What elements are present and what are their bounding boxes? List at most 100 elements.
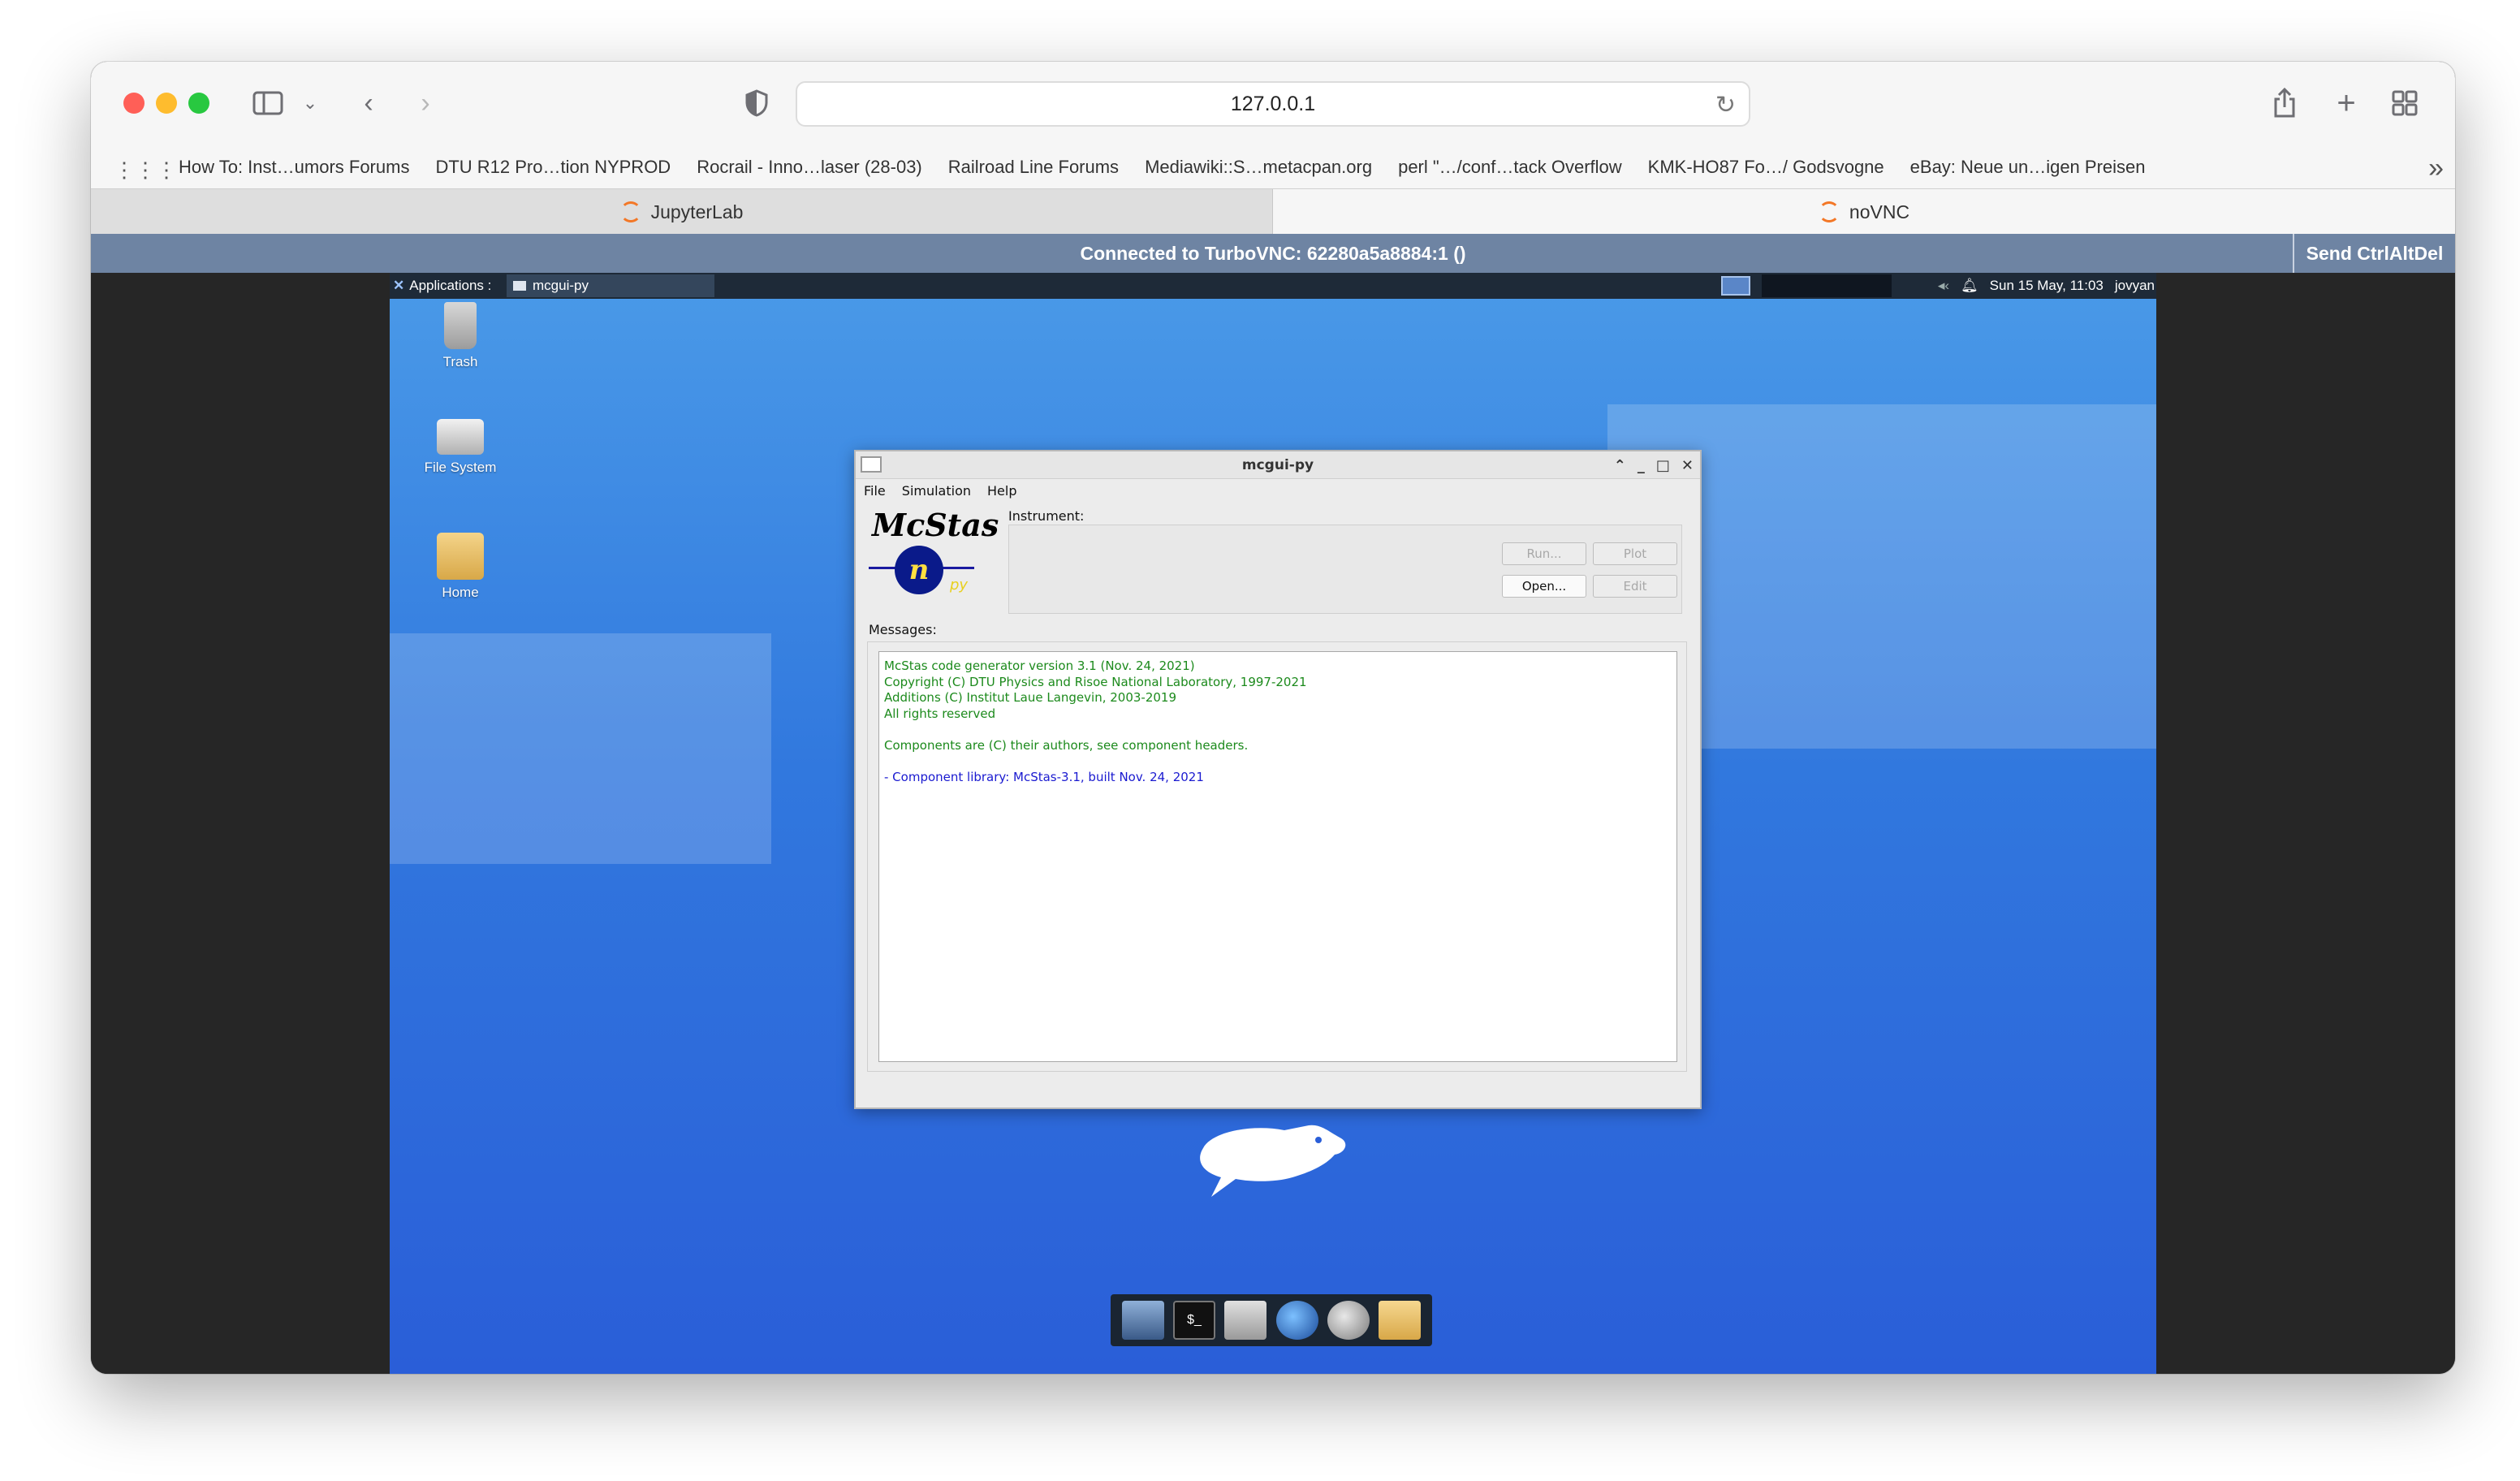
menu-simulation[interactable]: Simulation [894,483,979,499]
message-line [884,722,1672,738]
bookmark-item[interactable]: Railroad Line Forums [935,157,1132,178]
chevron-down-icon[interactable]: ⌄ [299,84,321,122]
systray-area [1762,274,1892,297]
top-panel: ✕ Applications : mcgui-py ◂‹ 🔔︎ Sun 15 M… [390,273,2156,299]
web-browser-icon[interactable] [1275,1301,1318,1340]
message-line: McStas code generator version 3.1 (Nov. … [884,658,1195,673]
close-icon[interactable]: ✕ [1681,457,1694,474]
desktop-icon-filesystem[interactable]: File System [416,419,505,476]
minimize-icon[interactable]: _ [1638,457,1645,474]
app-menubar: File Simulation Help [856,479,1700,502]
bookmark-item[interactable]: KMK-HO87 Fo…/ Godsvogne [1635,157,1897,178]
window-icon [513,281,526,291]
privacy-shield-icon[interactable] [740,84,773,122]
task-label: mcgui-py [533,278,589,293]
message-line: - Component library: McStas-3.1, built N… [884,769,1204,784]
bookmark-item[interactable]: eBay: Neue un…igen Preisen [1897,157,2159,178]
minimize-window-button[interactable] [156,93,177,114]
bookmark-item[interactable]: How To: Inst…umors Forums [166,157,422,178]
xfce-logo-icon: ✕ [393,278,405,293]
browser-window: ⌄ ‹ › 127.0.0.1 ↻ + ⋮⋮⋮ How To: Inst…umo… [91,62,2455,1374]
home-folder-icon [437,533,484,580]
tab-novnc[interactable]: noVNC [1273,189,2455,235]
run-button[interactable]: Run... [1502,542,1586,565]
tab-overview-icon[interactable] [2387,84,2423,122]
messages-label: Messages: [869,622,937,637]
wallpaper-band [390,633,771,864]
desktop-icon-trash[interactable]: Trash [416,302,505,370]
shade-icon[interactable]: ⌃ [1614,457,1626,474]
window-controls: ⌃ _ □ ✕ [1614,451,1694,479]
tab-jupyterlab[interactable]: JupyterLab [91,189,1273,235]
message-line: Additions (C) Institut Laue Langevin, 20… [884,690,1177,705]
message-line: Components are (C) their authors, see co… [884,737,1249,753]
username[interactable]: jovyan [2115,278,2155,294]
instrument-panel [1008,525,1682,614]
novnc-status-bar: Connected to TurboVNC: 62280a5a8884:1 ()… [91,234,2455,273]
messages-textarea[interactable]: McStas code generator version 3.1 (Nov. … [878,651,1677,1062]
message-line: Copyright (C) DTU Physics and Risoe Nati… [884,674,1307,689]
dock: $_ [1111,1294,1432,1346]
browser-toolbar: ⌄ ‹ › 127.0.0.1 ↻ + [91,62,2455,146]
bookmarks-bar: ⋮⋮⋮ How To: Inst…umors Forums DTU R12 Pr… [91,146,2455,188]
trash-icon [444,302,477,349]
message-line [884,753,1672,770]
menu-file[interactable]: File [856,483,894,499]
applications-label: Applications : [409,278,492,293]
bookmark-item[interactable]: Mediawiki::S…metacpan.org [1132,157,1385,178]
jupyter-icon [1818,201,1840,222]
xfce-mouse-logo-icon [1200,1125,1346,1197]
search-icon[interactable] [1327,1301,1370,1340]
bell-icon[interactable]: 🔔︎ [1961,278,1978,294]
remote-desktop[interactable]: ✕ Applications : mcgui-py ◂‹ 🔔︎ Sun 15 M… [390,273,2156,1374]
more-bookmarks-icon[interactable]: » [2428,153,2444,184]
desktop-icon-home[interactable]: Home [416,533,505,601]
forward-icon[interactable]: › [411,84,440,122]
taskbar-mcgui[interactable]: mcgui-py [507,274,714,297]
tab-label: noVNC [1849,201,1910,222]
folder-icon[interactable] [1379,1301,1422,1340]
open-button[interactable]: Open... [1502,575,1586,598]
url-text: 127.0.0.1 [1230,92,1316,115]
applications-menu[interactable]: ✕ Applications : [393,273,491,299]
jupyter-icon [619,201,641,222]
tab-label: JupyterLab [650,201,744,222]
drive-icon [437,419,484,455]
close-window-button[interactable] [123,93,145,114]
message-line: All rights reserved [884,706,996,721]
new-tab-icon[interactable]: + [2328,84,2364,122]
reload-icon[interactable]: ↻ [1715,91,1736,119]
desktop-icon-label: Home [442,585,479,600]
edit-button[interactable]: Edit [1593,575,1677,598]
desktop-icon-label: Trash [442,354,478,369]
send-ctrlaltdel-button[interactable]: Send CtrlAltDel [2293,234,2455,273]
instrument-label: Instrument: [1008,508,1085,524]
logo-py: py [950,576,969,594]
address-bar[interactable]: 127.0.0.1 ↻ [796,81,1750,127]
tab-strip: JupyterLab noVNC [91,188,2455,235]
bookmark-item[interactable]: perl "…/conf…tack Overflow [1385,157,1635,178]
workspace-switcher[interactable] [1721,276,1750,296]
terminal-icon[interactable]: $_ [1172,1301,1215,1340]
connection-status: Connected to TurboVNC: 62280a5a8884:1 () [1080,242,1466,264]
zoom-window-button[interactable] [188,93,209,114]
show-desktop-icon[interactable] [1121,1301,1164,1340]
mcstas-logo: McStas n py [869,507,999,604]
menu-help[interactable]: Help [979,483,1025,499]
window-titlebar[interactable]: mcgui-py ⌃ _ □ ✕ [856,451,1700,479]
file-manager-icon[interactable] [1224,1301,1267,1340]
share-icon[interactable] [2267,84,2302,122]
window-menu-icon[interactable] [861,456,882,473]
sidebar-toggle-icon[interactable] [250,84,286,122]
desktop-icon-label: File System [424,460,497,475]
bookmark-list: How To: Inst…umors Forums DTU R12 Pro…ti… [166,146,2159,188]
clock[interactable]: Sun 15 May, 11:03 [1990,278,2104,294]
back-icon[interactable]: ‹ [354,84,383,122]
volume-icon[interactable]: ◂‹ [1938,278,1949,294]
maximize-icon[interactable]: □ [1656,457,1670,474]
bookmark-item[interactable]: DTU R12 Pro…tion NYPROD [422,157,684,178]
bookmark-item[interactable]: Rocrail - Inno…laser (28-03) [684,157,935,178]
window-title: mcgui-py [1241,456,1314,473]
plot-button[interactable]: Plot [1593,542,1677,565]
panel-right: ◂‹ 🔔︎ Sun 15 May, 11:03 jovyan [1938,273,2155,299]
